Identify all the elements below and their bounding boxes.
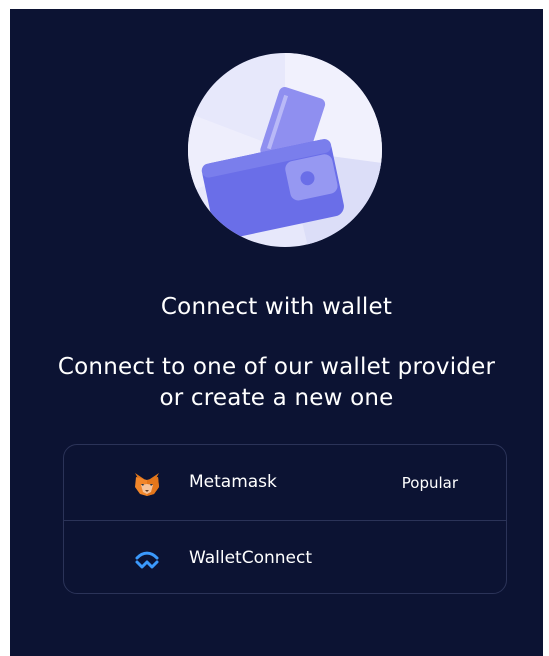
- connect-wallet-modal: Connect with wallet Connect to one of ou…: [10, 9, 543, 656]
- wallet-provider-list: Metamask Popular WalletConnect: [63, 444, 507, 594]
- provider-label: Metamask: [189, 472, 277, 492]
- provider-label: WalletConnect: [189, 548, 313, 568]
- walletconnect-icon: [133, 547, 161, 573]
- modal-subtitle-line: Connect to one of our wallet provider: [57, 354, 496, 380]
- provider-option-walletconnect[interactable]: WalletConnect: [64, 520, 506, 595]
- modal-subtitle: Connect to one of our wallet provider or…: [10, 352, 543, 414]
- modal-title: Connect with wallet: [160, 294, 393, 320]
- popular-badge: Popular: [401, 474, 458, 492]
- modal-subtitle-line: or create a new one: [159, 385, 394, 411]
- wallet-illustration: [188, 53, 382, 247]
- wallet-with-card-icon: [188, 53, 382, 247]
- metamask-fox-icon: [133, 471, 161, 497]
- provider-option-metamask[interactable]: Metamask Popular: [64, 445, 506, 520]
